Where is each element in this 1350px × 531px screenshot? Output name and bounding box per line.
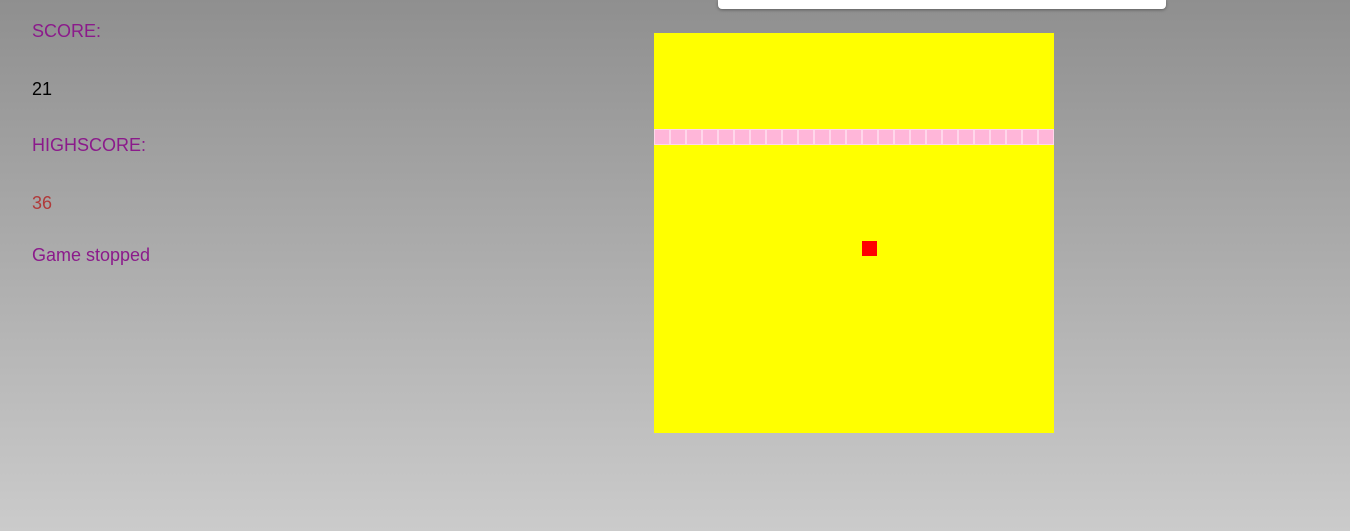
highscore-value: 36: [32, 193, 53, 213]
score-label: SCORE:: [32, 21, 102, 41]
snake-segment: [750, 129, 766, 145]
snake-segment: [686, 129, 702, 145]
snake-segment: [910, 129, 926, 145]
snake-segment: [846, 129, 862, 145]
game-board[interactable]: [654, 33, 1054, 433]
snake-segment: [878, 129, 894, 145]
snake-segment: [1022, 129, 1038, 145]
snake-segment: [702, 129, 718, 145]
snake-segment: [1038, 129, 1054, 145]
top-popup-edge: [718, 0, 1166, 9]
snake-segment: [926, 129, 942, 145]
snake-segment: [942, 129, 958, 145]
game-status: Game stopped: [32, 245, 151, 265]
snake-segment: [798, 129, 814, 145]
snake-segment: [974, 129, 990, 145]
food: [862, 241, 877, 256]
highscore-label: HIGHSCORE:: [32, 135, 147, 155]
snake-segment: [1006, 129, 1022, 145]
snake-segment: [862, 129, 878, 145]
snake-segment: [718, 129, 734, 145]
snake-segment: [782, 129, 798, 145]
snake-segment: [766, 129, 782, 145]
snake-segment: [990, 129, 1006, 145]
snake-segment: [654, 129, 670, 145]
snake-segment: [958, 129, 974, 145]
snake-segment: [734, 129, 750, 145]
snake-segment: [670, 129, 686, 145]
score-value: 21: [32, 79, 53, 99]
snake-segment: [814, 129, 830, 145]
snake-segment: [894, 129, 910, 145]
snake-segment: [830, 129, 846, 145]
